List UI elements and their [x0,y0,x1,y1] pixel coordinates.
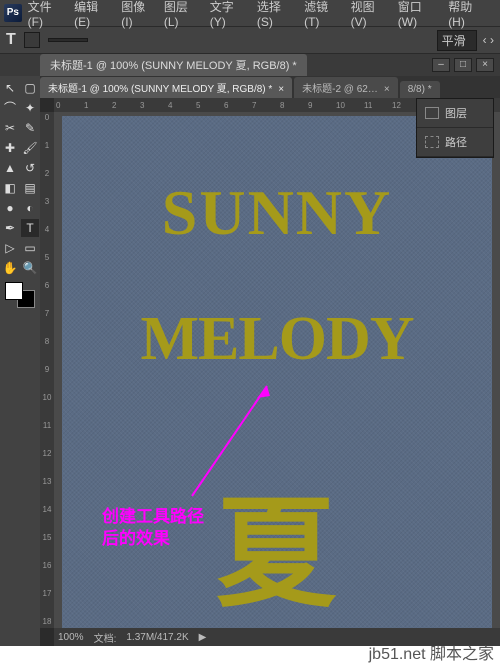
brush-tool[interactable]: 🖌 [21,139,39,157]
text-layer-melody[interactable]: MELODY [62,304,492,375]
path-sel-tool[interactable]: ▷ [1,239,19,257]
menu-item[interactable]: 滤镜(T) [304,0,343,29]
menu-item[interactable]: 选择(S) [257,0,296,29]
menu-item[interactable]: 文件(F) [28,0,67,29]
close-icon[interactable]: × [384,84,390,95]
layers-icon [425,107,439,119]
blur-tool[interactable]: ● [1,199,19,217]
menu-item[interactable]: 视图(V) [351,0,390,29]
menu-item[interactable]: 帮助(H) [448,0,488,29]
artboard[interactable]: SUNNY MELODY 夏 创建工具路径 后的效果 [62,116,492,628]
fg-color[interactable] [5,282,23,300]
document-tab-strip: 未标题-1 @ 100% (SUNNY MELODY 夏, RGB/8) *× … [40,76,500,98]
option-arrows[interactable]: ‹ › [483,33,494,47]
wand-tool[interactable]: ✦ [21,99,39,117]
docsize-value: 1.37M/417.2K [126,632,188,643]
annotation-text: 创建工具路径 后的效果 [102,506,204,550]
paths-icon [425,136,439,148]
docsize-label: 文档: [94,630,117,645]
close-button[interactable]: × [476,58,494,72]
panel-item-paths[interactable]: 路径 [417,128,493,157]
floating-panel[interactable]: 图层 路径 [416,98,494,158]
maximize-button[interactable]: □ [454,58,472,72]
crop-tool[interactable]: ✂ [1,119,19,137]
preset-dropdown[interactable] [24,32,40,48]
shape-tool[interactable]: ▭ [21,239,39,257]
doc-tab-2[interactable]: 未标题-2 @ 62…× [294,77,398,98]
doc-tab-3[interactable]: 8/8) * [400,81,440,98]
type-tool[interactable]: T [21,219,39,237]
menu-item[interactable]: 文字(Y) [210,0,249,29]
history-brush-tool[interactable]: ↺ [21,159,39,177]
stamp-tool[interactable]: ▲ [1,159,19,177]
vertical-ruler: 0123456789101112131415161718 [40,112,54,628]
hand-tool[interactable]: ✋ [1,259,19,277]
minimize-button[interactable]: – [432,58,450,72]
tool-options-bar: T 平滑 ‹ › [0,26,500,54]
menu-item[interactable]: 窗口(W) [398,0,440,29]
eyedrop-tool[interactable]: ✎ [21,119,39,137]
color-swatch[interactable] [5,282,35,308]
menu-item[interactable]: 图像(I) [121,0,156,29]
text-layer-sunny[interactable]: SUNNY [62,176,492,250]
menu-item[interactable]: 图层(L) [164,0,202,29]
doc-tab-1[interactable]: 未标题-1 @ 100% (SUNNY MELODY 夏, RGB/8) *× [40,77,292,98]
zoom-tool[interactable]: 🔍 [21,259,39,277]
menu-item[interactable]: 编辑(E) [74,0,113,29]
marquee-tool[interactable]: ▢ [21,79,39,97]
main-menu-bar: Ps 文件(F) 编辑(E) 图像(I) 图层(L) 文字(Y) 选择(S) 滤… [0,0,500,26]
pen-tool[interactable]: ✒ [1,219,19,237]
eraser-tool[interactable]: ◧ [1,179,19,197]
page-watermark: jb51.net 脚本之家 [369,640,494,664]
document-title: 未标题-1 @ 100% (SUNNY MELODY 夏, RGB/8) * [40,54,307,76]
document-canvas[interactable]: SUNNY MELODY 夏 创建工具路径 后的效果 [54,112,500,628]
zoom-level[interactable]: 100% [58,632,84,643]
close-icon[interactable]: × [278,84,284,95]
status-flyout-icon[interactable]: ▶ [199,632,207,643]
gradient-tool[interactable]: ▤ [21,179,39,197]
heal-tool[interactable]: ✚ [1,139,19,157]
text-tool-icon: T [6,31,16,49]
panel-item-layers[interactable]: 图层 [417,99,493,128]
tool-palette: ↖▢ ⌒✦ ✂✎ ✚🖌 ▲↺ ◧▤ ●◐ ✒T ▷▭ ✋🔍 [0,76,40,646]
dodge-tool[interactable]: ◐ [21,199,39,217]
move-tool[interactable]: ↖ [1,79,19,97]
smoothing-dropdown[interactable]: 平滑 [437,30,477,51]
document-title-bar: 未标题-1 @ 100% (SUNNY MELODY 夏, RGB/8) * –… [0,54,500,76]
option-field-1[interactable] [48,38,88,42]
lasso-tool[interactable]: ⌒ [1,99,19,117]
app-logo: Ps [4,4,22,22]
